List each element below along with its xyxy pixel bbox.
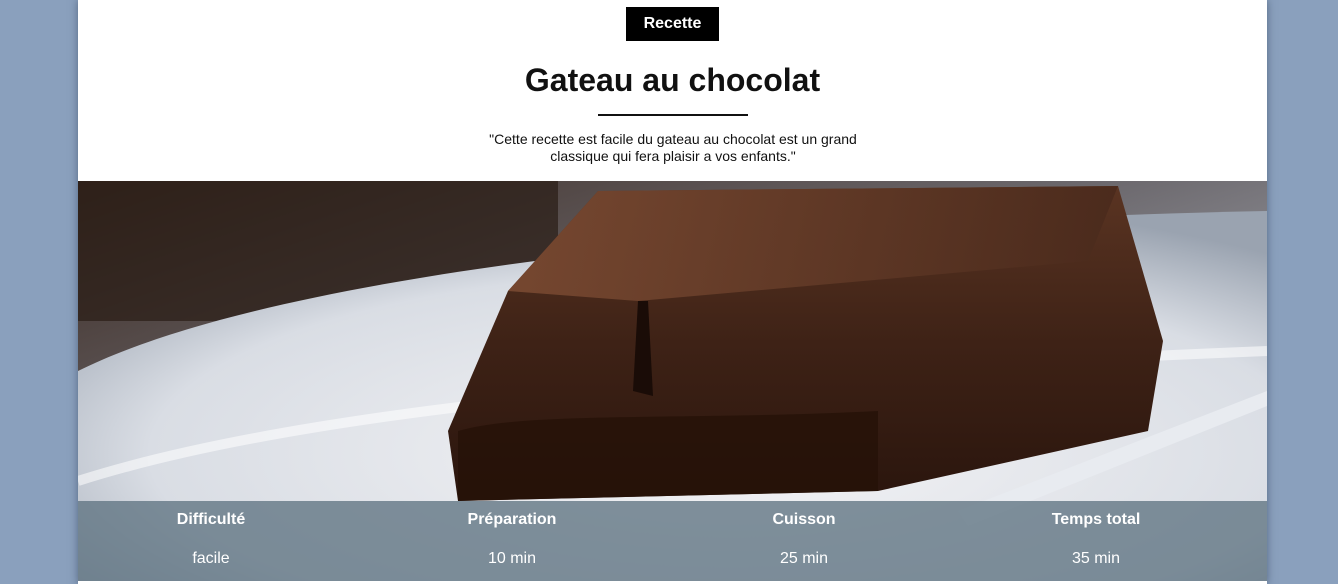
stat-value: 35 min [1071, 550, 1121, 567]
recipe-description: "Cette recette est facile du gateau au c… [489, 131, 857, 164]
title-divider [598, 114, 748, 116]
stat-label: Difficulté [176, 511, 246, 528]
recipe-badge[interactable]: Recette [626, 7, 719, 41]
stat-value: 10 min [487, 550, 537, 567]
stat-label: Temps total [1051, 511, 1141, 528]
recipe-card: Recette Gateau au chocolat "Cette recett… [78, 0, 1267, 584]
page-title: Gateau au chocolat [524, 62, 821, 98]
recipe-stats-bar: Difficulté facile Préparation 10 min Cui… [78, 501, 1267, 581]
stat-value: 25 min [779, 550, 829, 567]
stat-label: Préparation [467, 511, 557, 528]
stat-value: facile [192, 550, 230, 567]
stat-label: Cuisson [772, 511, 836, 528]
